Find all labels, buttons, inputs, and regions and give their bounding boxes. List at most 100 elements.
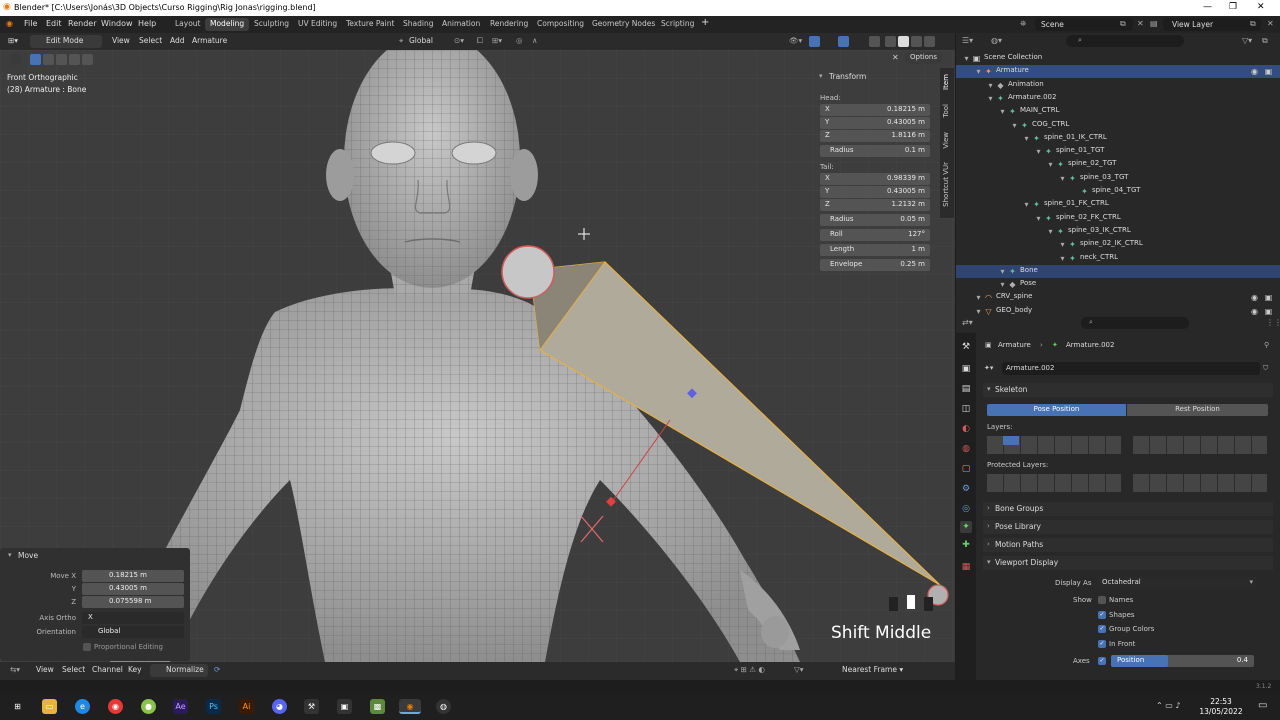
render-tab-icon[interactable]: ▣: [960, 363, 972, 375]
menu-help[interactable]: Help: [138, 19, 156, 28]
disclosure-icon[interactable]: ▾: [962, 54, 971, 63]
group-colors-checkbox[interactable]: ✓: [1098, 625, 1106, 633]
render-camera-icon[interactable]: ▣: [1264, 67, 1273, 76]
add-workspace-icon[interactable]: +: [701, 17, 709, 28]
outliner-row[interactable]: ▾ ✦ MAIN_CTRL: [956, 105, 1280, 118]
display-mode-icon[interactable]: ◍▾: [991, 36, 1002, 45]
axis-ortho-dropdown[interactable]: X: [82, 612, 184, 624]
proportional-checkbox[interactable]: [83, 643, 91, 651]
blender-menu-icon[interactable]: ◉: [6, 19, 13, 28]
head-radius-field[interactable]: Radius 0.1 m: [820, 145, 930, 157]
tab-shortcut-vur[interactable]: Shortcut VUr: [942, 162, 950, 207]
outliner-row[interactable]: ▾ ◠ CRV_spine ◉ ▣: [956, 291, 1280, 304]
tab-item[interactable]: Item: [942, 74, 950, 90]
select-invert-icon[interactable]: [69, 54, 80, 65]
new-scene-icon[interactable]: ⧉: [1120, 19, 1126, 29]
sync-icon[interactable]: ⟳: [210, 664, 224, 677]
view-layer-icon[interactable]: ▤: [1150, 19, 1158, 28]
outliner-row[interactable]: ▾ ✦ spine_02_FK_CTRL: [956, 212, 1280, 225]
overlay-toggle-icon[interactable]: [838, 36, 849, 47]
outliner-row[interactable]: ▾ ▣ Scene Collection: [956, 52, 1280, 65]
tab-shading[interactable]: Shading: [398, 18, 438, 31]
pin-icon[interactable]: ⚲: [1264, 341, 1269, 349]
snap-target-icon[interactable]: ⊞▾: [488, 35, 506, 48]
tool-toggle-icon[interactable]: [10, 54, 21, 65]
obs-icon[interactable]: ◍: [436, 699, 451, 714]
outliner-row[interactable]: ▾ ✦ spine_01_IK_CTRL: [956, 132, 1280, 145]
outliner-row[interactable]: ▾ ✦ COG_CTRL: [956, 119, 1280, 132]
move-y-field[interactable]: 0.43005 m: [82, 583, 184, 595]
menu-select[interactable]: Select: [135, 35, 166, 48]
orientation-op-dropdown[interactable]: Global: [82, 626, 184, 638]
disclosure-icon[interactable]: ▾: [1046, 227, 1055, 236]
xray-toggle-icon[interactable]: [869, 36, 880, 47]
snap-icon[interactable]: ⧠: [473, 35, 487, 48]
outliner-row[interactable]: ▾ ✦ neck_CTRL: [956, 252, 1280, 265]
menu-edit[interactable]: Edit: [46, 19, 62, 28]
protected-grid-right[interactable]: [1133, 474, 1267, 492]
wireframe-shading-icon[interactable]: [885, 36, 896, 47]
envelope-field[interactable]: Envelope 0.25 m: [820, 259, 930, 271]
tab-rendering[interactable]: Rendering: [485, 18, 533, 31]
disclosure-icon[interactable]: ▾: [998, 107, 1007, 116]
orientation-dropdown[interactable]: Global: [405, 35, 437, 48]
gizmo-toggle-icon[interactable]: [809, 36, 820, 47]
render-camera-icon[interactable]: ▣: [1264, 293, 1273, 302]
tab-texture-paint[interactable]: Texture Paint: [341, 18, 399, 31]
scene-field[interactable]: Scene: [1035, 18, 1133, 31]
texture-tab-icon[interactable]: ▦: [960, 561, 972, 573]
close-sidebar-icon[interactable]: ✕: [892, 53, 899, 62]
axes-position-slider[interactable]: Position 0.4: [1111, 655, 1254, 667]
modifier-tab-icon[interactable]: ⚙: [960, 483, 972, 495]
world-tab-icon[interactable]: ◍: [960, 443, 972, 455]
pose-library-section[interactable]: › Pose Library: [983, 520, 1273, 534]
timeline-editor-icon[interactable]: ⇆▾: [6, 664, 24, 677]
tab-animation[interactable]: Animation: [437, 18, 485, 31]
delete-scene-icon[interactable]: ✕: [1137, 19, 1144, 28]
tool-tab-icon[interactable]: ⚒: [960, 341, 972, 353]
outliner-row[interactable]: ▾ ▽ GEO_body ◉ ▣: [956, 305, 1280, 315]
windows-start-icon[interactable]: ⊞: [10, 699, 25, 714]
tail-y-field[interactable]: Y 0.43005 m: [820, 186, 930, 198]
outliner-search-input[interactable]: ⌕: [1066, 35, 1184, 47]
outliner-row[interactable]: ▾ ◆ Pose: [956, 278, 1280, 291]
filter-icon[interactable]: ▽▾: [1242, 36, 1252, 45]
render-camera-icon[interactable]: ▣: [1264, 307, 1273, 315]
delete-view-layer-icon[interactable]: ✕: [1267, 19, 1274, 28]
length-field[interactable]: Length 1 m: [820, 244, 930, 256]
normalize-toggle[interactable]: Normalize: [150, 664, 208, 677]
data-block-field[interactable]: Armature.002: [1002, 362, 1260, 375]
options-dropdown[interactable]: Options: [905, 52, 943, 64]
disclosure-icon[interactable]: ▾: [986, 94, 995, 103]
options-icon[interactable]: ⋮⋮: [1266, 318, 1280, 327]
menu-add[interactable]: Add: [166, 35, 189, 48]
scene-icon[interactable]: ⛯: [1020, 19, 1026, 29]
select-extend-icon[interactable]: [43, 54, 54, 65]
minecraft-icon[interactable]: ▩: [370, 699, 385, 714]
bone-tab-icon[interactable]: ✚: [960, 539, 972, 551]
disclosure-icon[interactable]: ▾: [1034, 147, 1043, 156]
menu-render[interactable]: Render: [68, 19, 96, 28]
disclosure-icon[interactable]: ▾: [1022, 200, 1031, 209]
display-as-dropdown[interactable]: Octahedral ▾: [1097, 577, 1257, 589]
tab-view[interactable]: View: [942, 132, 950, 149]
shapes-checkbox[interactable]: ✓: [1098, 611, 1106, 619]
motion-paths-section[interactable]: › Motion Paths: [983, 538, 1273, 552]
discord-icon[interactable]: ◕: [272, 699, 287, 714]
move-z-field[interactable]: 0.075598 m: [82, 596, 184, 608]
skeleton-section[interactable]: ▾ Skeleton: [983, 383, 1273, 397]
disclosure-icon[interactable]: ▾: [986, 81, 995, 90]
pose-position-button[interactable]: Pose Position: [987, 404, 1126, 416]
blender-taskbar-icon[interactable]: ◉: [399, 699, 421, 714]
scene-tab-icon[interactable]: ◐: [960, 423, 972, 435]
new-view-layer-icon[interactable]: ⧉: [1250, 19, 1256, 29]
disclosure-icon[interactable]: ▾: [1058, 254, 1067, 263]
tab-layout[interactable]: Layout: [170, 18, 206, 31]
disclosure-icon[interactable]: ▾: [1046, 160, 1055, 169]
new-collection-icon[interactable]: ⧉: [1262, 36, 1268, 46]
filter-icon[interactable]: ▽▾: [790, 664, 808, 677]
properties-editor-icon[interactable]: ⇄▾: [962, 318, 973, 327]
active-layer[interactable]: [1003, 436, 1019, 445]
outliner-editor-icon[interactable]: ☰▾: [962, 36, 973, 45]
viewport-display-section[interactable]: ▾ Viewport Display: [983, 556, 1273, 570]
